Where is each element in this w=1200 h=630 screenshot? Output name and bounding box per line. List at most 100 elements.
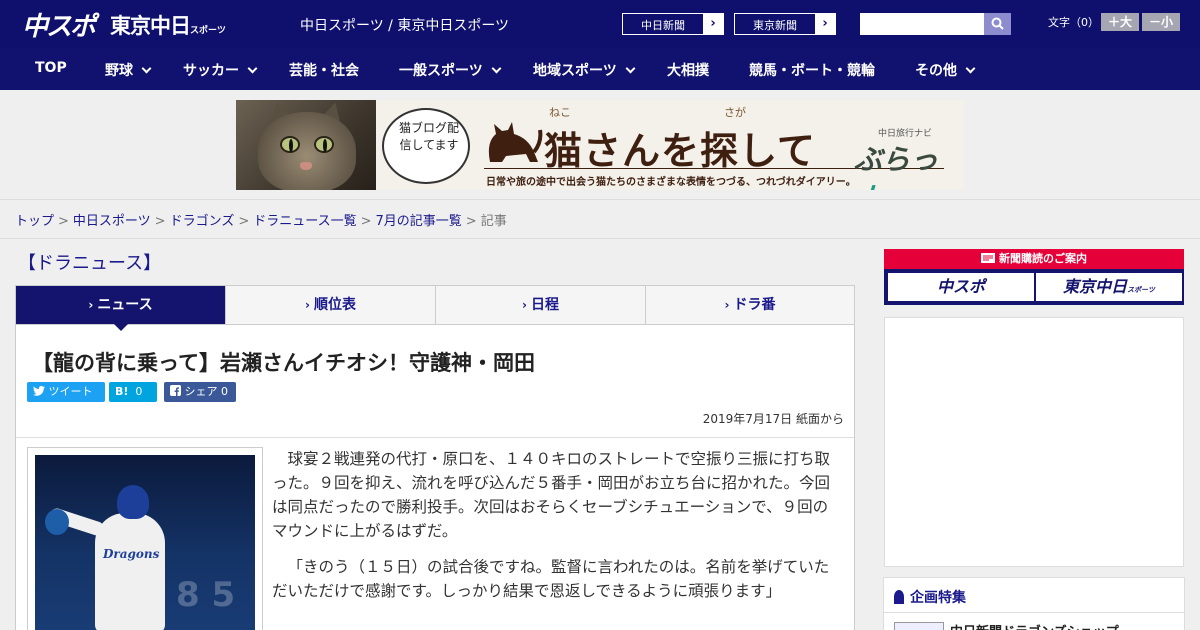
subscribe-tokyo-chunichi-button[interactable]: 東京中日スポーツ [1036, 273, 1182, 301]
article-title: 【龍の背に乗って】岩瀬さんイチオシ！守護神・岡田 [32, 351, 535, 375]
tab-news[interactable]: › ニュース [16, 286, 226, 324]
subscribe-tokyo-label: 東京中日 [1063, 277, 1128, 296]
search-input[interactable] [860, 13, 984, 35]
breadcrumb-separator: > [238, 214, 250, 229]
ruby-neko: ねこ [549, 106, 571, 119]
feature-box: 企画特集 中日新聞ドラゴンズショップ [883, 577, 1185, 630]
nav-label: その他 [915, 63, 957, 79]
article-body: 球宴２戦連発の代打・原口を、１４０キロのストレートで空振り三振に打ち取った。９回… [272, 447, 842, 615]
nav-item-racing[interactable]: 競馬・ボート・競輪 [749, 60, 875, 80]
breadcrumb-link[interactable]: トップ [15, 214, 54, 229]
chevron-right-icon: › [305, 298, 310, 312]
subscription-box: 新聞購読のご案内 中スポ 東京中日スポーツ [884, 249, 1184, 305]
breadcrumb-link[interactable]: 中日スポーツ [73, 214, 151, 229]
ad-slot[interactable] [884, 317, 1184, 567]
tab-label: ドラ番 [733, 297, 776, 313]
ribbon-icon [894, 590, 904, 604]
fb-share-label: シェア [184, 385, 218, 398]
chunichi-shimbun-link[interactable]: 中日新聞 › [622, 13, 724, 35]
newspaper-icon [981, 253, 995, 263]
subscribe-chuspo-button[interactable]: 中スポ [888, 273, 1034, 301]
brand-logo: ぶらっ人 [854, 138, 964, 190]
tab-bar: › ニュース › 順位表 › 日程 › ドラ番 [15, 285, 855, 325]
fb-share-count: 0 [221, 385, 228, 398]
breadcrumb-divider [0, 238, 1200, 239]
breadcrumb-link[interactable]: ドラニュース一覧 [253, 214, 356, 229]
breadcrumb: トップ > 中日スポーツ > ドラゴンズ > ドラニュース一覧 >7月の記事一覧 > 記事 [15, 210, 507, 229]
facebook-share-button[interactable]: シェア 0 [164, 382, 236, 402]
nav-label: 地域スポーツ [533, 63, 617, 79]
tokyo-chunichi-logo-small: スポーツ [190, 26, 226, 36]
breadcrumb-separator: > [360, 214, 372, 229]
tab-standings[interactable]: › 順位表 [226, 286, 436, 324]
article-divider [16, 437, 854, 438]
feature-divider [884, 612, 1184, 613]
tab-label: ニュース [97, 297, 153, 313]
nav-label: 競馬・ボート・競輪 [749, 63, 875, 79]
hatena-icon: B! [115, 385, 129, 398]
subscription-label: 新聞購読のご案内 [999, 252, 1087, 265]
cat-photo [236, 100, 376, 190]
nav-item-local-sports[interactable]: 地域スポーツ [533, 60, 636, 80]
font-smaller-button[interactable]: －小 [1142, 13, 1180, 31]
feature-item-link[interactable]: 中日新聞ドラゴンズショップ [950, 621, 1119, 630]
chevron-down-icon [491, 63, 502, 74]
speech-bubble: 猫ブログ配信してます [382, 108, 470, 184]
breadcrumb-current: 記事 [480, 214, 507, 229]
chevron-down-icon [965, 63, 976, 74]
font-bigger-button[interactable]: ＋大 [1101, 13, 1139, 31]
feature-thumbnail[interactable] [894, 622, 944, 630]
tokyo-chunichi-logo-text: 東京中日 [110, 14, 191, 38]
feature-heading: 企画特集 [894, 587, 966, 607]
font-size-label: 文字（0） [1048, 16, 1099, 29]
twitter-icon [33, 386, 45, 396]
breadcrumb-link[interactable]: ドラゴンズ [170, 214, 235, 229]
chuspo-logo[interactable]: 中スポ [22, 6, 96, 43]
search-button[interactable] [984, 13, 1011, 35]
subscription-header: 新聞購読のご案内 [884, 249, 1184, 269]
tab-label: 日程 [530, 297, 559, 313]
tab-label: 順位表 [313, 297, 356, 313]
nav-label: 大相撲 [667, 63, 709, 79]
banner-subtitle: 日常や旅の途中で出会う猫たちのさまざまな表情をつづる、つれづれダイアリー。 [486, 177, 856, 188]
brand-main: ぶらっ [854, 143, 939, 176]
chevron-down-icon [247, 63, 258, 74]
site-subtitle: 中日スポーツ / 東京中日スポーツ [300, 18, 510, 34]
tweet-button[interactable]: ツイート [27, 382, 105, 402]
hatena-bookmark-button[interactable]: B! 0 [109, 382, 157, 402]
tokyo-shimbun-link[interactable]: 東京新聞 › [734, 13, 836, 35]
hatena-count: 0 [135, 385, 143, 398]
nav-item-baseball[interactable]: 野球 [105, 60, 152, 80]
nav-item-soccer[interactable]: サッカー [183, 60, 258, 80]
breadcrumb-link[interactable]: 7月の記事一覧 [376, 214, 462, 229]
chevron-down-icon [625, 63, 636, 74]
nav-item-entertainment[interactable]: 芸能・社会 [289, 60, 359, 80]
article-photo-frame[interactable]: 1 9 8 5 Dragons [27, 447, 263, 630]
breadcrumb-separator: > [154, 214, 166, 229]
article-paragraph: 「きのう（１５日）の試合後ですね。監督に言われたのは。名前を挙げていただいただけ… [272, 558, 830, 600]
active-tab-pointer [114, 324, 128, 331]
breadcrumb-separator: > [465, 214, 477, 229]
tokyo-chunichi-logo[interactable]: 東京中日スポーツ [110, 10, 226, 40]
cat-blog-banner[interactable]: 猫ブログ配信してます ねこ さが 猫さんを探して 日常や旅の途中で出会う猫たちの… [236, 100, 964, 190]
tokyo-shimbun-label: 東京新聞 [753, 19, 797, 32]
banner-title: 猫さんを探して [544, 129, 816, 173]
nav-label: 野球 [105, 63, 133, 79]
nav-item-sumo[interactable]: 大相撲 [667, 60, 709, 80]
banner-area: 猫ブログ配信してます ねこ さが 猫さんを探して 日常や旅の途中で出会う猫たちの… [0, 90, 1200, 200]
nav-label: 一般スポーツ [399, 63, 483, 79]
bubble-text: 猫ブログ配信してます [398, 121, 459, 152]
nav-item-top[interactable]: TOP [35, 60, 67, 76]
subscribe-tokyo-small: スポーツ [1127, 286, 1155, 294]
brand-accent: 人 [854, 183, 882, 190]
nav-item-other[interactable]: その他 [915, 60, 976, 80]
ruby-saga: さが [724, 106, 746, 119]
section-heading: 【ドラニュース】 [18, 253, 162, 274]
search-icon [991, 17, 1004, 30]
tab-schedule[interactable]: › 日程 [436, 286, 646, 324]
tab-dora-ban[interactable]: › ドラ番 [646, 286, 854, 324]
chevron-right-icon: › [703, 14, 723, 34]
feature-heading-label: 企画特集 [910, 590, 966, 606]
chevron-right-icon: › [724, 298, 730, 312]
nav-item-general-sports[interactable]: 一般スポーツ [399, 60, 502, 80]
